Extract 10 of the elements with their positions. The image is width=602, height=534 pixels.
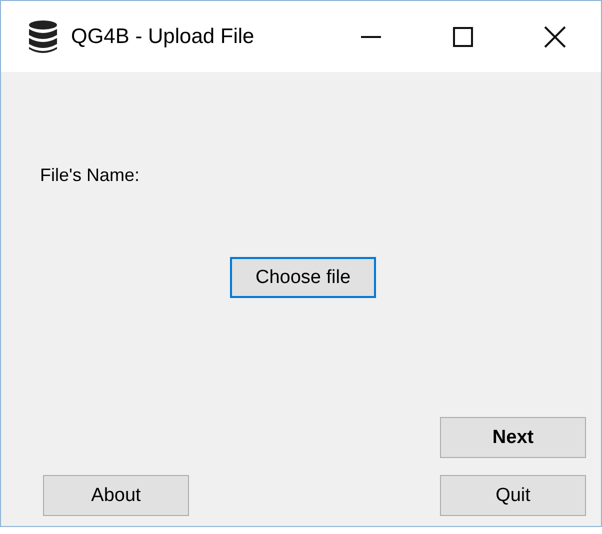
dialog-button[interactable]: Quit	[440, 475, 586, 516]
window-title: QG4B - Upload File	[71, 24, 256, 48]
dialog-button[interactable]: Next	[440, 417, 586, 458]
file-name-label: File's Name:	[40, 165, 140, 186]
database-icon	[28, 20, 58, 54]
dialog-button[interactable]: About	[43, 475, 189, 516]
choose-file-button[interactable]: Choose file	[230, 257, 376, 298]
close-icon[interactable]	[544, 26, 566, 48]
minimize-icon[interactable]	[361, 36, 381, 38]
maximize-icon[interactable]	[453, 26, 473, 46]
